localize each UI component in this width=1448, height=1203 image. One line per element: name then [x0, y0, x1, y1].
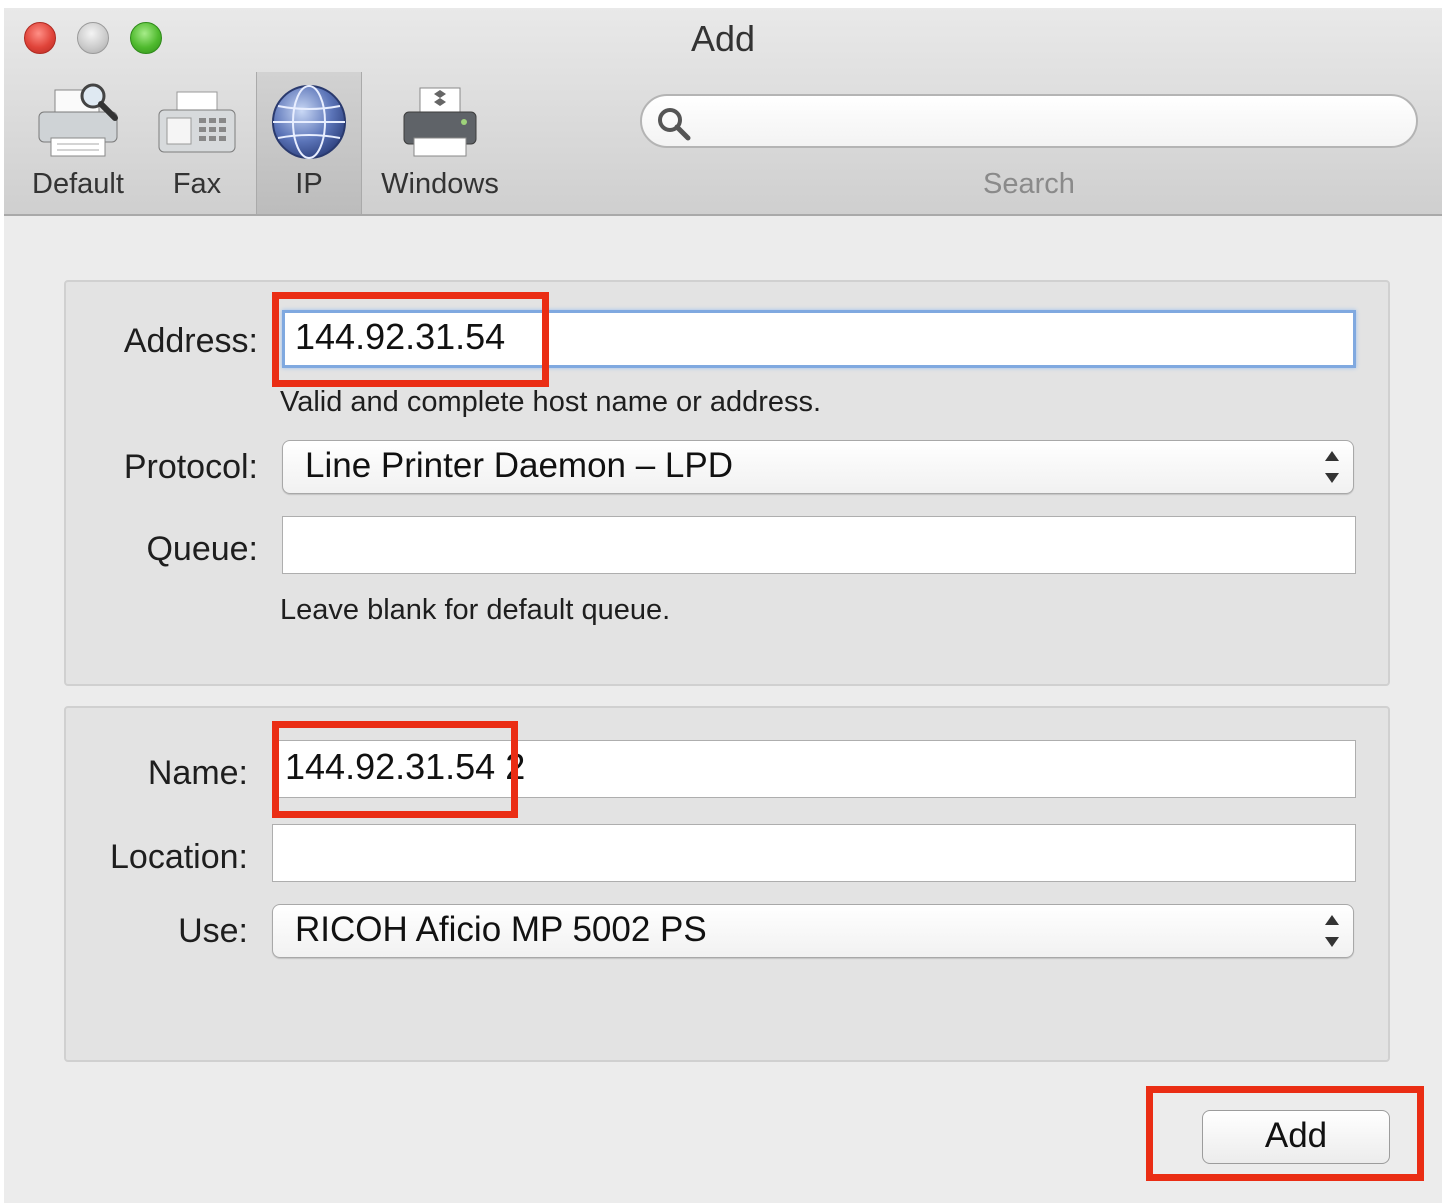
- name-label: Name:: [147, 754, 248, 792]
- window-title: Add: [690, 18, 756, 59]
- search-label: Search: [983, 168, 1075, 200]
- fax-icon: [155, 82, 239, 167]
- search-icon: [656, 106, 692, 147]
- toolbar-item-label: IP: [295, 168, 323, 200]
- name-input[interactable]: 144.92.31.54 2: [272, 740, 1356, 798]
- location-input[interactable]: [272, 824, 1356, 882]
- chevron-updown-icon: [1325, 451, 1339, 483]
- toolbar-item-ip[interactable]: IP: [256, 72, 362, 214]
- search-input[interactable]: [640, 94, 1418, 148]
- toolbar: Add Default Fax IP Windows Search: [4, 8, 1442, 216]
- toolbar-item-windows[interactable]: Windows: [366, 72, 514, 214]
- windows-printer-icon: [400, 82, 480, 167]
- address-hint: Valid and complete host name or address.: [280, 386, 822, 418]
- toolbar-item-fax[interactable]: Fax: [144, 72, 250, 214]
- toolbar-item-default[interactable]: Default: [18, 72, 138, 214]
- toolbar-item-label: Windows: [381, 168, 499, 200]
- queue-hint: Leave blank for default queue.: [280, 594, 671, 626]
- toolbar-item-label: Fax: [172, 168, 222, 200]
- address-label: Address:: [123, 322, 258, 360]
- use-select[interactable]: RICOH Aficio MP 5002 PS: [272, 904, 1354, 958]
- toolbar-item-label: Default: [32, 168, 124, 200]
- add-printer-window: Add Default Fax IP Windows Search Addres…: [4, 8, 1442, 1203]
- location-label: Location:: [110, 838, 248, 876]
- default-printer-icon: [35, 82, 121, 167]
- use-label: Use:: [178, 912, 248, 950]
- add-button[interactable]: Add: [1202, 1110, 1390, 1164]
- protocol-label: Protocol:: [123, 448, 258, 486]
- queue-input[interactable]: [282, 516, 1356, 574]
- address-input[interactable]: 144.92.31.54: [282, 310, 1356, 368]
- protocol-select-value: Line Printer Daemon – LPD: [305, 446, 733, 485]
- globe-icon: [269, 82, 349, 167]
- use-select-value: RICOH Aficio MP 5002 PS: [295, 910, 707, 949]
- protocol-select[interactable]: Line Printer Daemon – LPD: [282, 440, 1354, 494]
- queue-label: Queue:: [146, 530, 258, 568]
- chevron-updown-icon: [1325, 915, 1339, 947]
